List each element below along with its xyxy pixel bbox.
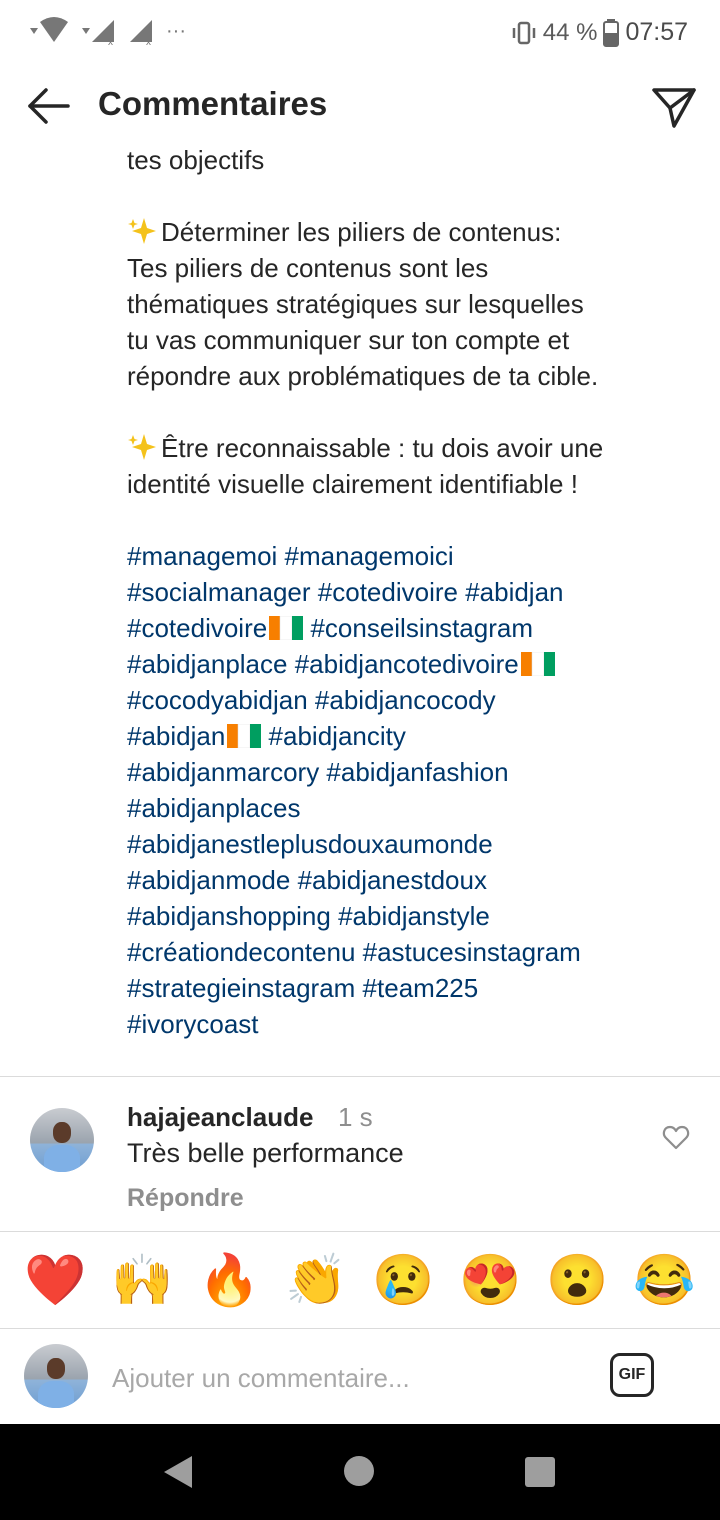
fire-emoji[interactable]: 🔥 [198, 1248, 262, 1312]
heart-eyes-emoji[interactable]: 😍 [459, 1248, 523, 1312]
status-icons-left: x x ··· [28, 16, 186, 46]
signal-icon: x [82, 20, 114, 46]
surprised-face-emoji[interactable]: 😮 [546, 1248, 610, 1312]
hashtag-line[interactable]: #socialmanager #cotedivoire #abidjan [127, 574, 697, 610]
avatar[interactable] [30, 1108, 94, 1172]
battery-icon [603, 18, 620, 47]
hashtag-line[interactable]: #strategieinstagram #team225 [127, 970, 697, 1006]
red-heart-emoji[interactable]: ❤️ [24, 1248, 88, 1312]
comment-username[interactable]: hajajeanclaude [127, 1102, 313, 1133]
battery-percent: 44 % [542, 18, 598, 46]
hashtag-line[interactable]: #abidjanshopping #abidjanstyle [127, 898, 697, 934]
ivory-coast-flag-icon [520, 652, 555, 676]
wifi-icon [30, 17, 68, 42]
header: Commentaires [0, 64, 720, 148]
hashtag-line[interactable]: #ivorycoast [127, 1006, 697, 1042]
nav-home-icon[interactable] [344, 1456, 374, 1486]
status-icons-right: 44 % 07:57 [511, 18, 688, 47]
comment-text: Très belle performance [127, 1138, 404, 1168]
ivory-coast-flag-icon [227, 724, 262, 748]
paper-plane-icon [652, 88, 696, 128]
ivory-coast-flag-icon [269, 616, 304, 640]
emoji-reaction-bar: ❤️ 🙌 🔥 👏 😢 😍 😮 😂 [0, 1232, 720, 1328]
svg-text:x: x [108, 37, 113, 46]
caption-line: Tes piliers de contenus sont les [127, 253, 489, 283]
signal-icon-2: x [130, 20, 152, 46]
divider [0, 1076, 720, 1077]
system-nav-bar [0, 1424, 720, 1520]
caption-line: identité visuelle clairement identifiabl… [127, 469, 578, 499]
hashtag-line[interactable]: #cocodyabidjan #abidjancocody [127, 682, 697, 718]
svg-text:x: x [146, 37, 151, 46]
crying-face-emoji[interactable]: 😢 [372, 1248, 436, 1312]
back-button[interactable] [20, 82, 76, 130]
sparkles-icon [128, 218, 156, 244]
caption-line: tes objectifs [127, 145, 265, 175]
gif-button[interactable]: GIF [610, 1353, 654, 1397]
hashtag-line[interactable]: #cotedivoire #conseilsinstagram [127, 610, 697, 646]
heart-outline-icon[interactable] [662, 1124, 690, 1152]
caption-line: répondre aux problématiques de ta cible. [127, 361, 599, 391]
post-caption: tes objectifs Déterminer les piliers de … [127, 142, 697, 1042]
caption-line: tu vas communiquer sur ton compte et [127, 325, 570, 355]
hashtag-line[interactable]: #abidjanmarcory #abidjanfashion [127, 754, 697, 790]
caption-line: Être reconnaissable : tu dois avoir une [127, 430, 697, 466]
gif-label: GIF [618, 1366, 646, 1383]
hashtag-line[interactable]: #abidjanplace #abidjancotedivoire [127, 646, 697, 682]
own-avatar [24, 1344, 88, 1408]
comment-input[interactable] [110, 1355, 584, 1401]
caption-line: thématiques stratégiques sur lesquelles [127, 289, 584, 319]
hashtag-line[interactable]: #créationdecontenu #astucesinstagram [127, 934, 697, 970]
hashtag-line[interactable]: #abidjan #abidjancity [127, 718, 697, 754]
raising-hands-emoji[interactable]: 🙌 [111, 1248, 175, 1312]
clapping-hands-emoji[interactable]: 👏 [285, 1248, 349, 1312]
page-title: Commentaires [98, 85, 328, 122]
hashtag-line[interactable]: #abidjanmode #abidjanestdoux [127, 862, 697, 898]
reply-button[interactable]: Répondre [127, 1184, 244, 1213]
arrow-left-icon [28, 88, 70, 124]
sparkles-icon [128, 434, 156, 460]
hashtag-line[interactable]: #abidjanestleplusdouxaumonde [127, 826, 697, 862]
clock: 07:57 [625, 18, 688, 46]
status-bar: x x ··· 44 % 07:57 [0, 0, 720, 64]
hashtags: #managemoi #managemoici #socialmanager #… [127, 538, 697, 1042]
hashtag-line[interactable]: #managemoi #managemoici [127, 538, 697, 574]
tears-of-joy-emoji[interactable]: 😂 [633, 1248, 697, 1312]
comment-time: 1 s [338, 1102, 373, 1132]
vibrate-icon [512, 21, 535, 44]
hashtag-line[interactable]: #abidjanplaces [127, 790, 697, 826]
nav-recents-icon[interactable] [525, 1457, 555, 1487]
share-button[interactable] [648, 80, 700, 132]
nav-back-icon[interactable] [162, 1454, 194, 1490]
caption-line: Déterminer les piliers de contenus: [127, 214, 697, 250]
more-notifications-icon: ··· [166, 19, 186, 42]
comment-item: hajajeanclaude 1 s Très belle performanc… [0, 1078, 720, 1230]
comment-input-bar: GIF [0, 1329, 720, 1424]
